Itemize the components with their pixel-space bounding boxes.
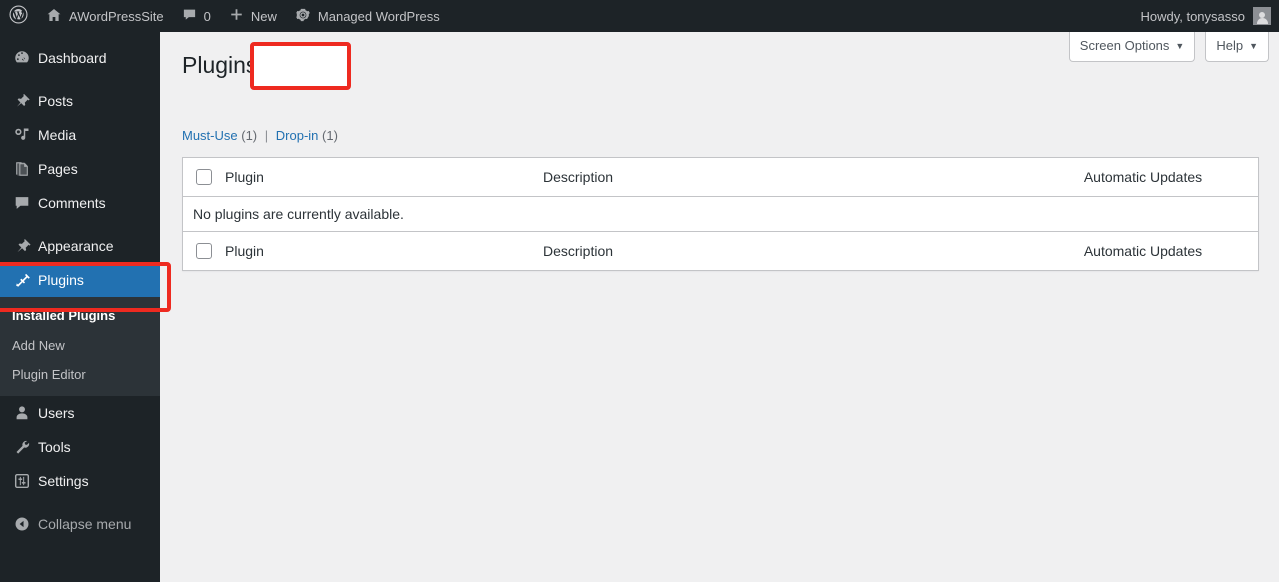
collapse-arrow-icon	[8, 515, 36, 533]
column-header-description[interactable]: Description	[543, 169, 1028, 185]
main-content: Screen Options ▼ Help ▼ Plugins Add New …	[160, 32, 1279, 582]
wordpress-logo-icon	[9, 5, 28, 27]
plug-icon	[8, 271, 36, 289]
sidebar-item-label: Dashboard	[38, 50, 107, 66]
sidebar-item-comments[interactable]: Comments	[0, 186, 160, 220]
select-all-checkbox-cell[interactable]	[183, 169, 225, 185]
wordpress-logo-menu[interactable]	[0, 0, 37, 32]
sidebar-item-media[interactable]: Media	[0, 118, 160, 152]
pin-icon	[8, 92, 36, 110]
sidebar-item-label: Collapse menu	[38, 515, 132, 532]
screen-meta-links: Screen Options ▼ Help ▼	[1059, 32, 1269, 63]
select-all-checkbox-footer-cell[interactable]	[183, 243, 225, 259]
filter-link-must-use[interactable]: Must-Use	[182, 128, 238, 143]
page-title: Plugins	[182, 51, 258, 78]
comments-count: 0	[203, 8, 211, 24]
gear-icon	[295, 7, 311, 26]
help-label: Help	[1216, 38, 1244, 53]
avatar-icon	[1253, 7, 1271, 25]
chevron-down-icon: ▼	[1249, 40, 1258, 51]
managed-wordpress-menu[interactable]: Managed WordPress	[286, 0, 449, 32]
plugins-submenu: Installed Plugins Add New Plugin Editor	[0, 297, 160, 396]
sidebar-item-users[interactable]: Users	[0, 396, 160, 430]
screen-options-tab[interactable]: Screen Options ▼	[1068, 32, 1196, 63]
sidebar-item-dashboard[interactable]: Dashboard	[0, 41, 160, 75]
filter-count-must-use: (1)	[241, 128, 258, 143]
submenu-item-plugin-editor[interactable]: Plugin Editor	[0, 360, 160, 390]
table-footer-row: Plugin Description Automatic Updates	[183, 231, 1258, 270]
sidebar-item-label: Tools	[38, 438, 71, 455]
plus-icon	[229, 7, 244, 25]
select-all-checkbox-footer[interactable]	[196, 243, 212, 259]
sidebar-item-label: Users	[38, 404, 75, 421]
comments-menu[interactable]: 0	[173, 0, 220, 32]
sidebar-item-label: Pages	[38, 161, 78, 177]
column-footer-automatic-updates[interactable]: Automatic Updates	[1028, 243, 1258, 259]
sidebar-item-label: Posts	[38, 93, 74, 109]
sidebar-item-plugins[interactable]: Plugins	[0, 263, 168, 297]
filter-count-drop-in: (1)	[322, 128, 338, 143]
paintbrush-icon	[8, 237, 36, 255]
sidebar-item-collapse-menu[interactable]: Collapse menu	[0, 507, 160, 541]
menu-spacer-1	[0, 75, 160, 84]
plugins-table: Plugin Description Automatic Updates No …	[182, 157, 1259, 271]
sidebar-item-posts[interactable]: Posts	[0, 84, 160, 118]
comment-bubble-icon	[182, 7, 197, 25]
page-header: Plugins Add New	[182, 50, 344, 82]
filter-link-drop-in[interactable]: Drop-in	[276, 128, 319, 143]
admin-bar: AWordPressSite 0 New Managed WordPress H…	[0, 0, 1279, 32]
sidebar-item-label: Appearance	[38, 238, 114, 254]
comment-bubble-icon	[8, 194, 36, 212]
sidebar-item-label: Settings	[38, 472, 89, 489]
menu-spacer-top	[0, 32, 160, 41]
site-name-menu[interactable]: AWordPressSite	[37, 0, 173, 32]
site-name-label: AWordPressSite	[69, 8, 164, 24]
submenu-item-add-new[interactable]: Add New	[0, 331, 160, 361]
help-tab[interactable]: Help ▼	[1205, 32, 1269, 63]
sidebar-item-label: Plugins	[38, 272, 84, 288]
filter-divider: |	[264, 128, 269, 143]
sidebar-item-tools[interactable]: Tools	[0, 430, 160, 464]
table-empty-message: No plugins are currently available.	[193, 206, 404, 222]
menu-spacer-2	[0, 220, 160, 229]
new-content-menu[interactable]: New	[220, 0, 286, 32]
select-all-checkbox[interactable]	[196, 169, 212, 185]
sidebar-item-label: Comments	[38, 195, 106, 211]
menu-spacer-3	[0, 498, 160, 507]
wrench-icon	[8, 438, 36, 456]
managed-wordpress-label: Managed WordPress	[317, 8, 440, 24]
dashboard-icon	[8, 49, 36, 67]
sidebar-item-label: Media	[38, 127, 77, 143]
sidebar-item-appearance[interactable]: Appearance	[0, 229, 160, 263]
media-icon	[8, 126, 36, 144]
plugin-status-filters: Must-Use (1) | Drop-in (1)	[182, 128, 338, 143]
pages-icon	[8, 160, 36, 178]
admin-sidebar: Dashboard Posts Media Pages Comments App…	[0, 32, 168, 582]
submenu-item-installed-plugins[interactable]: Installed Plugins	[0, 301, 160, 331]
column-footer-plugin[interactable]: Plugin	[225, 243, 543, 259]
new-content-label: New	[250, 8, 277, 24]
sidebar-item-pages[interactable]: Pages	[0, 152, 160, 186]
column-footer-description[interactable]: Description	[543, 243, 1028, 259]
sliders-icon	[8, 472, 36, 490]
column-header-automatic-updates[interactable]: Automatic Updates	[1028, 169, 1258, 185]
table-header-row: Plugin Description Automatic Updates	[183, 158, 1258, 197]
column-header-plugin[interactable]: Plugin	[225, 169, 543, 185]
home-icon	[46, 7, 62, 26]
screen-options-label: Screen Options	[1079, 38, 1170, 53]
sidebar-item-settings[interactable]: Settings	[0, 464, 160, 498]
user-icon	[8, 404, 36, 422]
add-new-button[interactable]: Add New	[261, 50, 344, 82]
chevron-down-icon: ▼	[1175, 40, 1185, 51]
greeting-label: Howdy, tonysasso	[1140, 8, 1245, 24]
account-menu[interactable]: Howdy, tonysasso	[1140, 7, 1279, 25]
